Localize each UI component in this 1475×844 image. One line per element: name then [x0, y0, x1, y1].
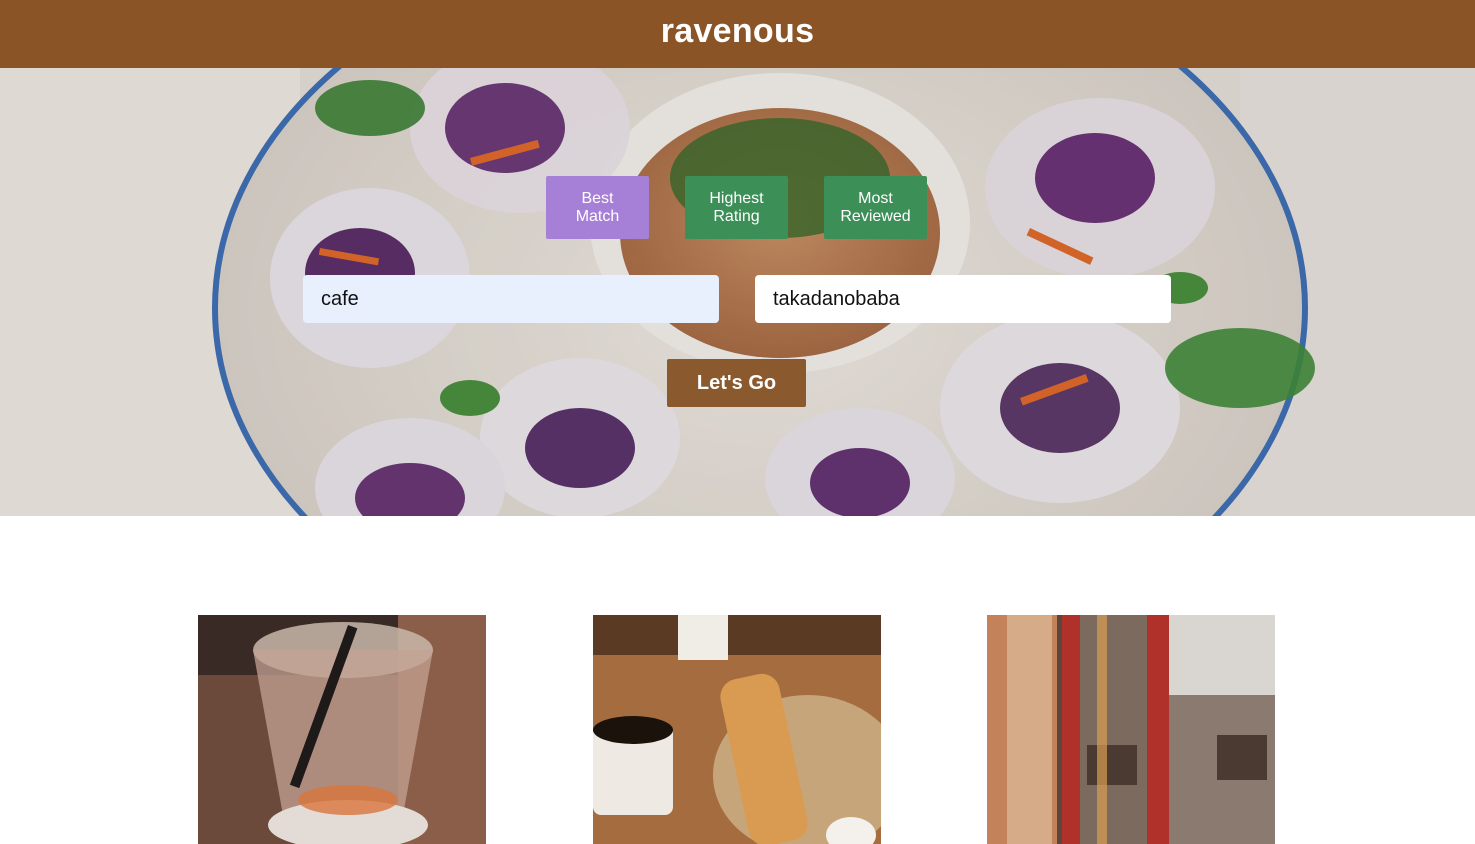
location-input[interactable]	[755, 275, 1171, 323]
search-term-input[interactable]	[303, 275, 719, 323]
sort-label-line2: Match	[575, 207, 620, 225]
business-card-image[interactable]	[198, 615, 486, 844]
business-card-image[interactable]	[593, 615, 881, 844]
sort-best-match-button[interactable]: Best Match	[546, 176, 649, 239]
search-hero: BestMatch HighestRating MostReviewed Let…	[0, 68, 1475, 516]
cafe-entrance-photo	[987, 615, 1275, 844]
sort-label-line1: Highest	[709, 189, 764, 207]
lets-go-label: Let's Go	[696, 371, 777, 394]
sort-label-line2: Reviewed	[840, 207, 911, 225]
sort-label-line2: Rating	[713, 207, 760, 225]
coffee-toast-photo	[593, 615, 881, 844]
app-header: ravenous	[0, 0, 1475, 68]
sort-highest-rating-button[interactable]: Highest Rating	[685, 176, 788, 239]
brand-logo: ravenous	[660, 11, 815, 50]
sort-label-line1: Most	[858, 189, 893, 207]
lets-go-button[interactable]: Let's Go	[667, 359, 806, 407]
hero-background-image	[0, 68, 1475, 516]
sort-label-line1: Best	[581, 189, 614, 207]
drink-photo	[198, 615, 486, 844]
business-card-image[interactable]	[987, 615, 1275, 844]
sort-most-reviewed-button[interactable]: Most Reviewed	[824, 176, 927, 239]
